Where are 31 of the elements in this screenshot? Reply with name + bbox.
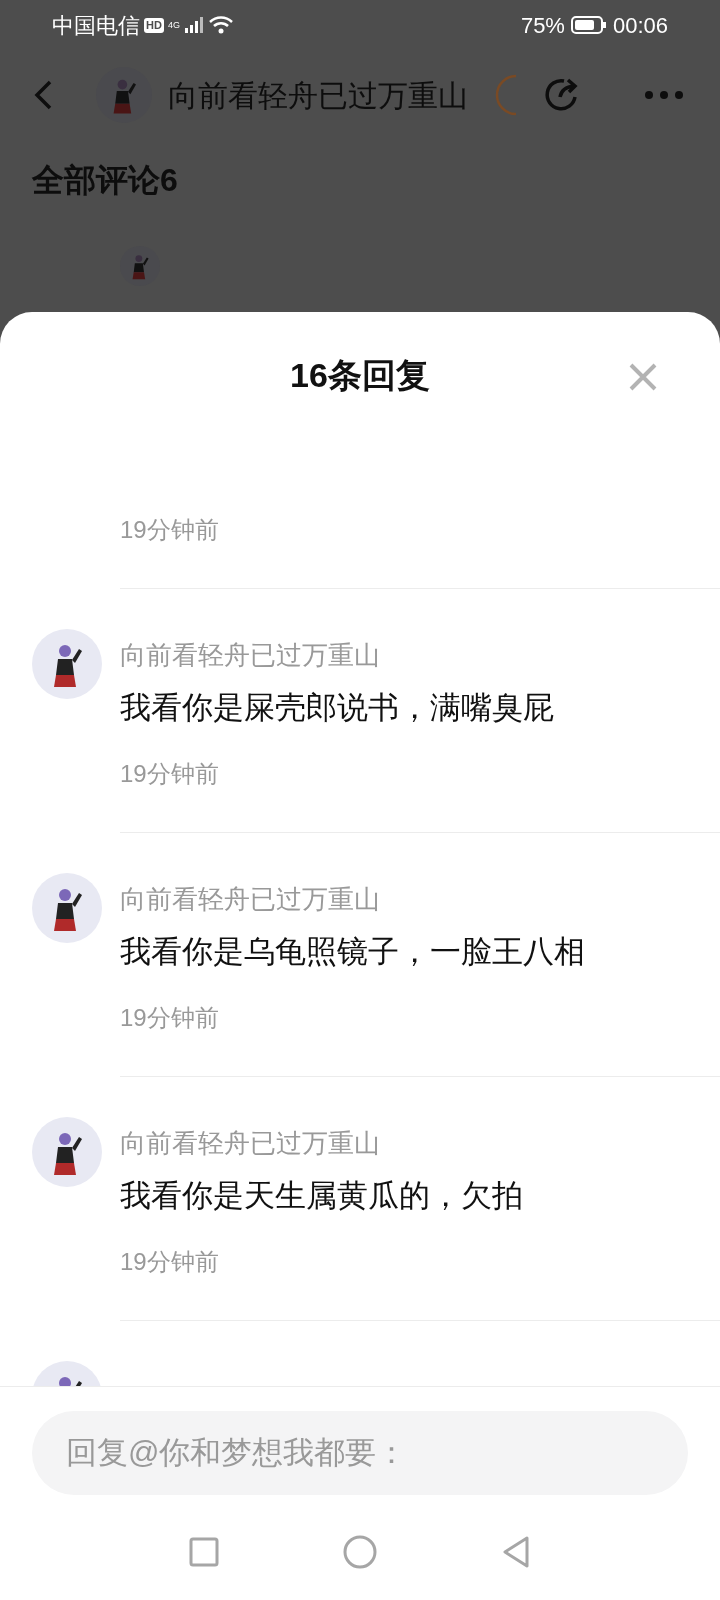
back-icon[interactable] xyxy=(32,79,54,111)
close-icon[interactable] xyxy=(628,362,658,392)
clock-time: 00:06 xyxy=(612,11,668,40)
battery-icon xyxy=(570,15,607,35)
signal-icon xyxy=(183,16,204,34)
network-type: 4G xyxy=(167,18,180,32)
reply-text: 我看你是乌龟照镜子，一脸王八相 xyxy=(120,933,586,971)
reply-field[interactable]: 回复@你和梦想我都要： xyxy=(32,1411,688,1495)
wifi-icon xyxy=(207,15,234,35)
back-nav-icon[interactable] xyxy=(501,1535,531,1569)
home-icon[interactable] xyxy=(343,1535,377,1569)
user-name[interactable]: 向前看轻舟已过万重山 xyxy=(168,72,468,118)
reply-text: 我看你是屎壳郎说书，满嘴臭屁 xyxy=(120,689,555,727)
reply-time: 19分钟前 xyxy=(120,759,220,789)
battery-percent: 75% xyxy=(520,11,565,40)
reply-time: 19分钟前 xyxy=(120,515,220,545)
avatar-icon[interactable] xyxy=(32,1117,102,1187)
carrier-name: 中国电信 xyxy=(52,11,140,40)
more-icon[interactable] xyxy=(644,90,684,100)
reply-time: 19分钟前 xyxy=(120,1003,220,1033)
hd-badge: HD xyxy=(144,17,164,33)
reply-author: 向前看轻舟已过万重山 xyxy=(120,1127,381,1160)
reply-text: 我看你是天生属黄瓜的，欠拍 xyxy=(120,1177,524,1215)
sheet-title: 16条回复 xyxy=(290,355,430,396)
reply-author: 向前看轻舟已过万重山 xyxy=(120,639,381,672)
avatar-icon[interactable] xyxy=(32,873,102,943)
recents-icon[interactable] xyxy=(189,1537,219,1567)
comments-heading: 全部评论6 xyxy=(31,161,179,200)
reply-time: 19分钟前 xyxy=(120,1247,220,1277)
reply-author: 向前看轻舟已过万重山 xyxy=(120,883,381,916)
avatar-icon[interactable] xyxy=(32,629,102,699)
